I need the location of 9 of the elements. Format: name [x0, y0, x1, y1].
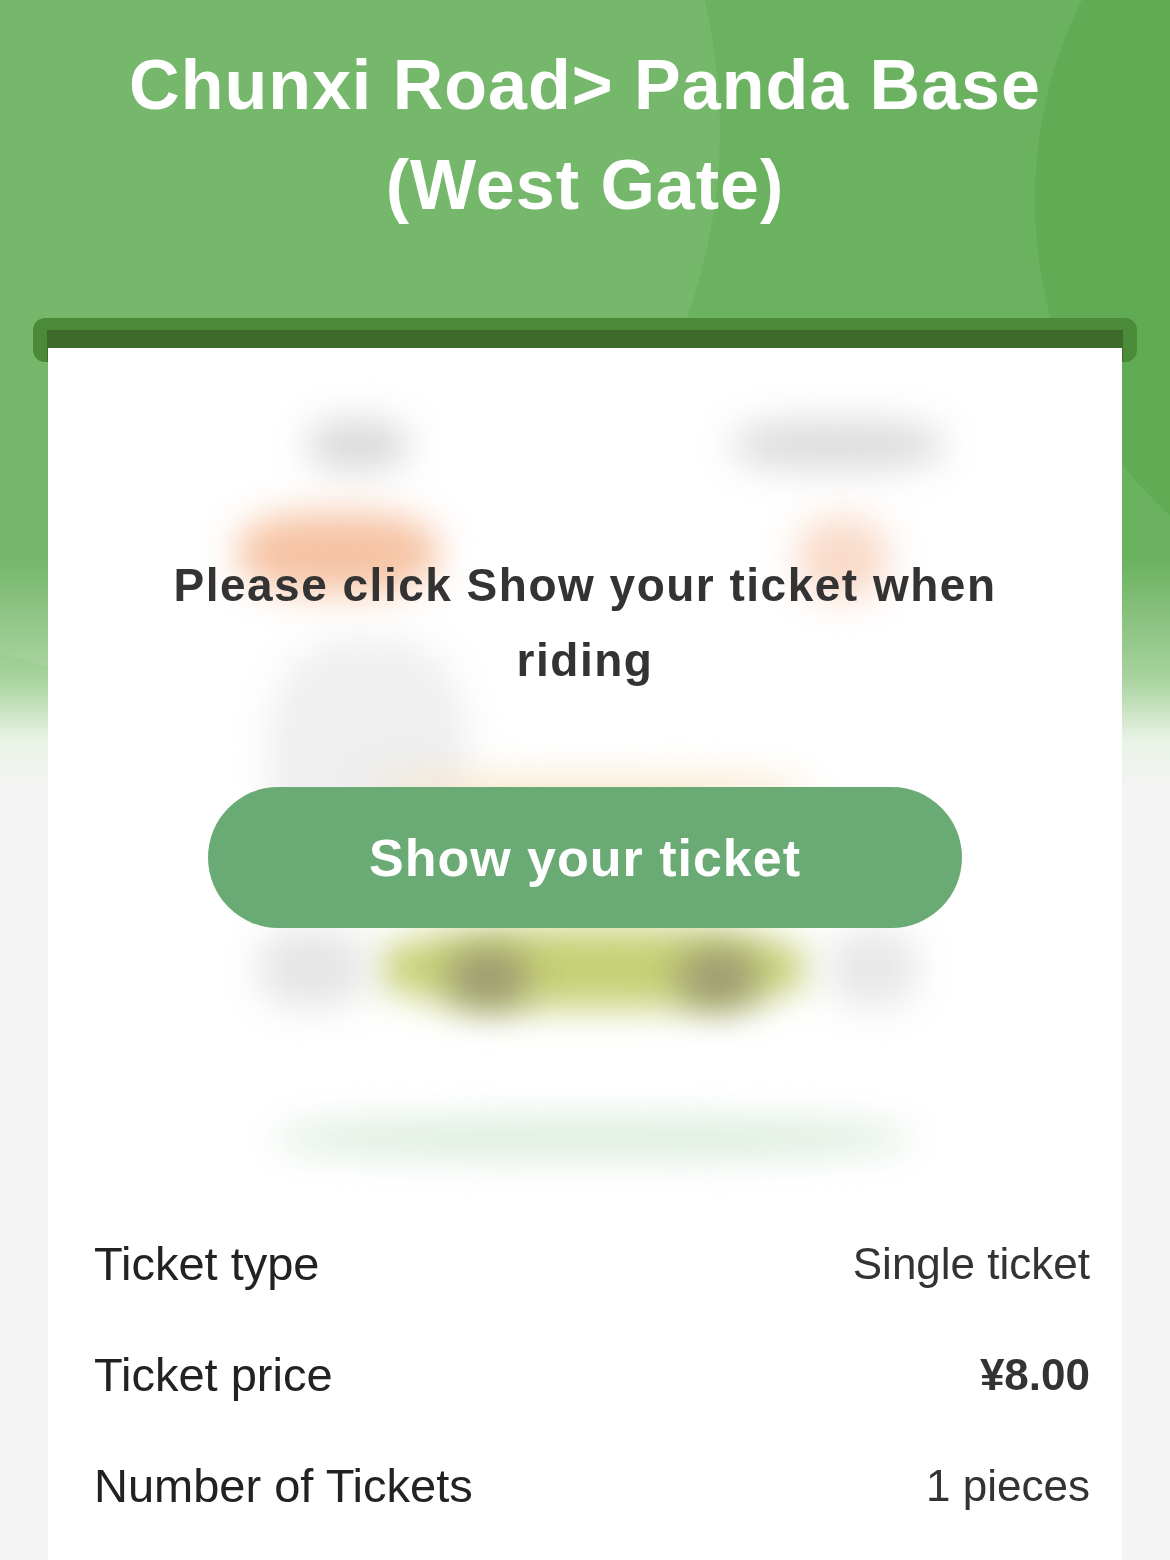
route-title: Chunxi Road> Panda Base (West Gate) [128, 45, 1042, 226]
detail-label: Ticket type [94, 1236, 320, 1291]
detail-value: ¥8.00 [979, 1349, 1090, 1400]
detail-label: Number of Tickets [94, 1458, 473, 1513]
detail-label: Ticket price [94, 1347, 333, 1402]
detail-value: Single ticket [852, 1238, 1090, 1289]
detail-value: 1 pieces [926, 1460, 1090, 1511]
show-ticket-button[interactable]: Show your ticket [208, 787, 962, 928]
ride-instruction-text: Please click Show your ticket when riding [172, 558, 998, 688]
